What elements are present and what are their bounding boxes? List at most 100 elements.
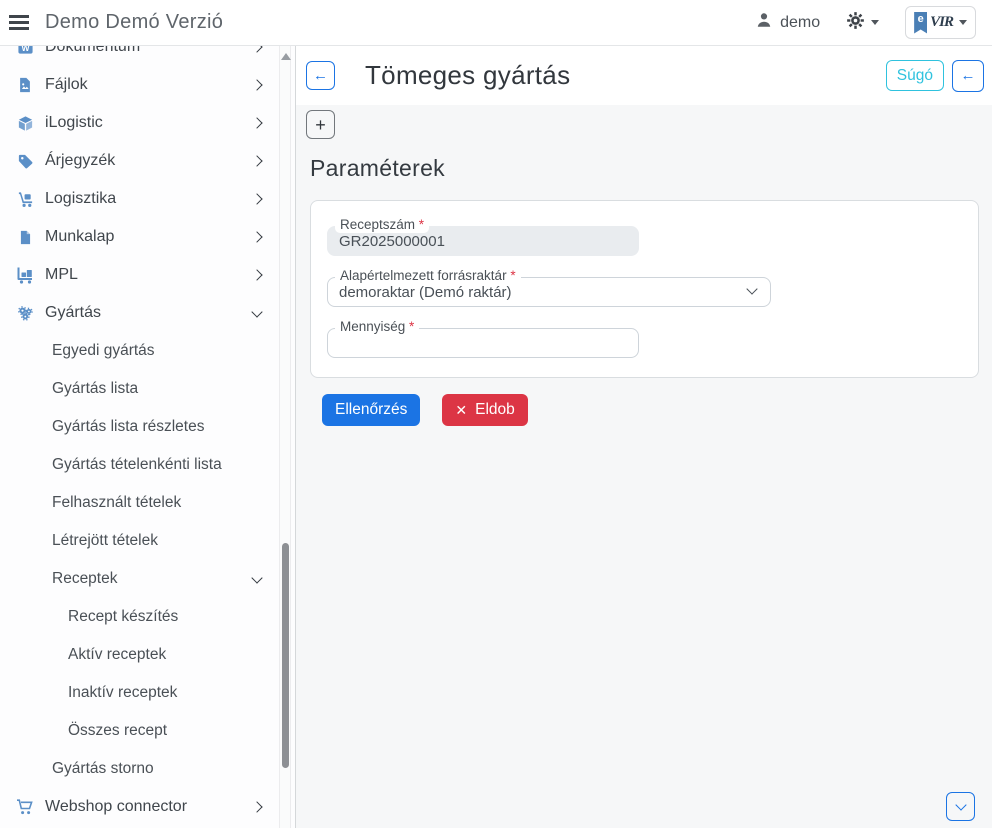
scroll-down-button[interactable] xyxy=(946,792,975,821)
sidebar-item-label: Létrejött tételek xyxy=(52,532,158,550)
action-buttons: Ellenőrzés ✕ Eldob xyxy=(322,394,528,426)
chevron-right-icon xyxy=(251,79,262,90)
sidebar-item-logisztika[interactable]: Logisztika xyxy=(0,180,277,218)
back-button[interactable]: ← xyxy=(306,61,335,90)
sidebar-item-label: iLogistic xyxy=(45,114,103,132)
sidebar-item-label: Gyártás lista részletes xyxy=(52,418,204,436)
sidebar-item-gyartas[interactable]: Gyártás xyxy=(0,294,277,332)
person-icon xyxy=(755,11,773,34)
mennyiseg-label: Mennyiség * xyxy=(335,318,419,335)
x-icon: ✕ xyxy=(455,402,467,419)
sidebar-item-label: Munkalap xyxy=(45,228,114,246)
sidebar-item-osszes-recept[interactable]: Összes recept xyxy=(0,712,277,750)
field-forrasraktar: Alapértelmezett forrásraktár *demoraktar… xyxy=(327,277,771,307)
sidebar-item-label: Egyedi gyártás xyxy=(52,342,155,360)
sidebar-item-label: Logisztika xyxy=(45,190,116,208)
top-navbar: Demo Demó Verzió demo e VIR xyxy=(0,0,992,46)
forrasraktar-label: Alapértelmezett forrásraktár * xyxy=(335,267,521,284)
field-receptszam: Receptszám * xyxy=(327,226,639,256)
chevron-right-icon xyxy=(251,117,262,128)
ellenorzes-button[interactable]: Ellenőrzés xyxy=(322,394,420,426)
sidebar-item-felhasznalt-tetelek[interactable]: Felhasznált tételek xyxy=(0,484,277,522)
sidebar-item-letrejott-tetelek[interactable]: Létrejött tételek xyxy=(0,522,277,560)
file-icon xyxy=(15,230,35,245)
sidebar-item-receptek[interactable]: Receptek xyxy=(0,560,277,598)
sidebar-item-fajlok[interactable]: Fájlok xyxy=(0,66,277,104)
chevron-right-icon xyxy=(251,231,262,242)
main-content: ← Tömeges gyártás Súgó ← + Paraméterek R… xyxy=(296,46,992,828)
cube-icon xyxy=(15,115,35,132)
cogs-icon xyxy=(15,305,35,322)
sidebar-item-inaktiv-receptek[interactable]: Inaktív receptek xyxy=(0,674,277,712)
sidebar-item-label: Gyártás lista xyxy=(52,380,138,398)
sidebar-item-webshop-connector[interactable]: Webshop connector xyxy=(0,788,277,826)
sidebar-item-egyedi-gyartas[interactable]: Egyedi gyártás xyxy=(0,332,277,370)
sidebar: WDokumentum Fájlok iLogistic Árjegyzék Logis… xyxy=(0,46,296,828)
settings-menu[interactable] xyxy=(846,11,879,35)
sidebar-item-label: Recept készítés xyxy=(68,608,178,626)
chevron-right-icon xyxy=(251,155,262,166)
page-header: ← Tömeges gyártás Súgó ← xyxy=(296,46,992,105)
sidebar-item-aktiv-receptek[interactable]: Aktív receptek xyxy=(0,636,277,674)
file-image-icon xyxy=(15,77,35,93)
chevron-down-icon xyxy=(251,572,262,583)
dolly-icon xyxy=(15,191,35,208)
sidebar-item-arjegyzek[interactable]: Árjegyzék xyxy=(0,142,277,180)
sidebar-item-label: Receptek xyxy=(52,570,117,588)
back-button-secondary[interactable]: ← xyxy=(952,60,984,92)
evir-logo-button[interactable]: e VIR xyxy=(905,6,976,39)
page-title: Tömeges gyártás xyxy=(365,60,570,91)
section-title: Paraméterek xyxy=(310,155,445,182)
field-mennyiseg: Mennyiség * xyxy=(327,328,639,358)
sidebar-item-label: Fájlok xyxy=(45,76,88,94)
evir-logo-icon: e xyxy=(914,12,927,34)
sidebar-item-gyartas-lista-reszletes[interactable]: Gyártás lista részletes xyxy=(0,408,277,446)
truck-dolly-icon xyxy=(15,266,35,284)
sidebar-item-munkalap[interactable]: Munkalap xyxy=(0,218,277,256)
sidebar-item-label: Összes recept xyxy=(68,722,167,740)
svg-text:W: W xyxy=(21,46,30,52)
sidebar-menu: WDokumentum Fájlok iLogistic Árjegyzék Logis… xyxy=(0,46,277,826)
evir-logo-text: VIR xyxy=(930,14,953,31)
eldob-button[interactable]: ✕ Eldob xyxy=(442,394,527,426)
parameters-card: Receptszám * Alapértelmezett forrásraktár… xyxy=(310,200,979,378)
caret-down-icon xyxy=(871,20,879,25)
help-button[interactable]: Súgó xyxy=(886,60,944,91)
chevron-down-icon xyxy=(955,799,966,810)
sidebar-item-label: Webshop connector xyxy=(45,798,187,816)
sidebar-item-label: Aktív receptek xyxy=(68,646,166,664)
navbar-right: demo e VIR xyxy=(755,6,992,39)
cart-icon xyxy=(15,798,35,816)
button-label: Ellenőrzés xyxy=(335,401,407,419)
button-label: Eldob xyxy=(475,401,515,419)
hamburger-menu-icon[interactable] xyxy=(9,12,31,33)
chevron-right-icon xyxy=(251,269,262,280)
scrollbar-up-arrow-icon[interactable] xyxy=(281,53,291,60)
sidebar-item-label: Felhasznált tételek xyxy=(52,494,181,512)
required-marker: * xyxy=(510,268,515,283)
sidebar-item-label: Inaktív receptek xyxy=(68,684,177,702)
sidebar-scrollbar-thumb[interactable] xyxy=(282,543,289,768)
app-title: Demo Demó Verzió xyxy=(45,11,223,34)
chevron-down-icon xyxy=(251,306,262,317)
sidebar-item-label: Árjegyzék xyxy=(45,152,115,170)
sidebar-item-dokumentum[interactable]: WDokumentum xyxy=(0,46,277,66)
sidebar-item-gyartas-storno[interactable]: Gyártás storno xyxy=(0,750,277,788)
sidebar-item-ilogistic[interactable]: iLogistic xyxy=(0,104,277,142)
sidebar-item-gyartas-lista[interactable]: Gyártás lista xyxy=(0,370,277,408)
chevron-right-icon xyxy=(251,46,262,53)
required-marker: * xyxy=(409,319,414,334)
required-marker: * xyxy=(419,217,424,232)
chevron-right-icon xyxy=(251,193,262,204)
sidebar-item-label: Gyártás xyxy=(45,304,101,322)
user-menu[interactable]: demo xyxy=(755,11,820,34)
add-button[interactable]: + xyxy=(306,110,335,139)
chevron-right-icon xyxy=(251,801,262,812)
sidebar-item-recept-keszites[interactable]: Recept készítés xyxy=(0,598,277,636)
sidebar-scrollbar-track[interactable] xyxy=(279,46,291,828)
sidebar-item-mpl[interactable]: MPL xyxy=(0,256,277,294)
sidebar-item-gyartas-tetelenkenti-lista[interactable]: Gyártás tételenkénti lista xyxy=(0,446,277,484)
sidebar-item-label: Gyártás tételenkénti lista xyxy=(52,456,222,474)
gear-icon xyxy=(846,11,865,35)
receptszam-label: Receptszám * xyxy=(335,216,429,233)
